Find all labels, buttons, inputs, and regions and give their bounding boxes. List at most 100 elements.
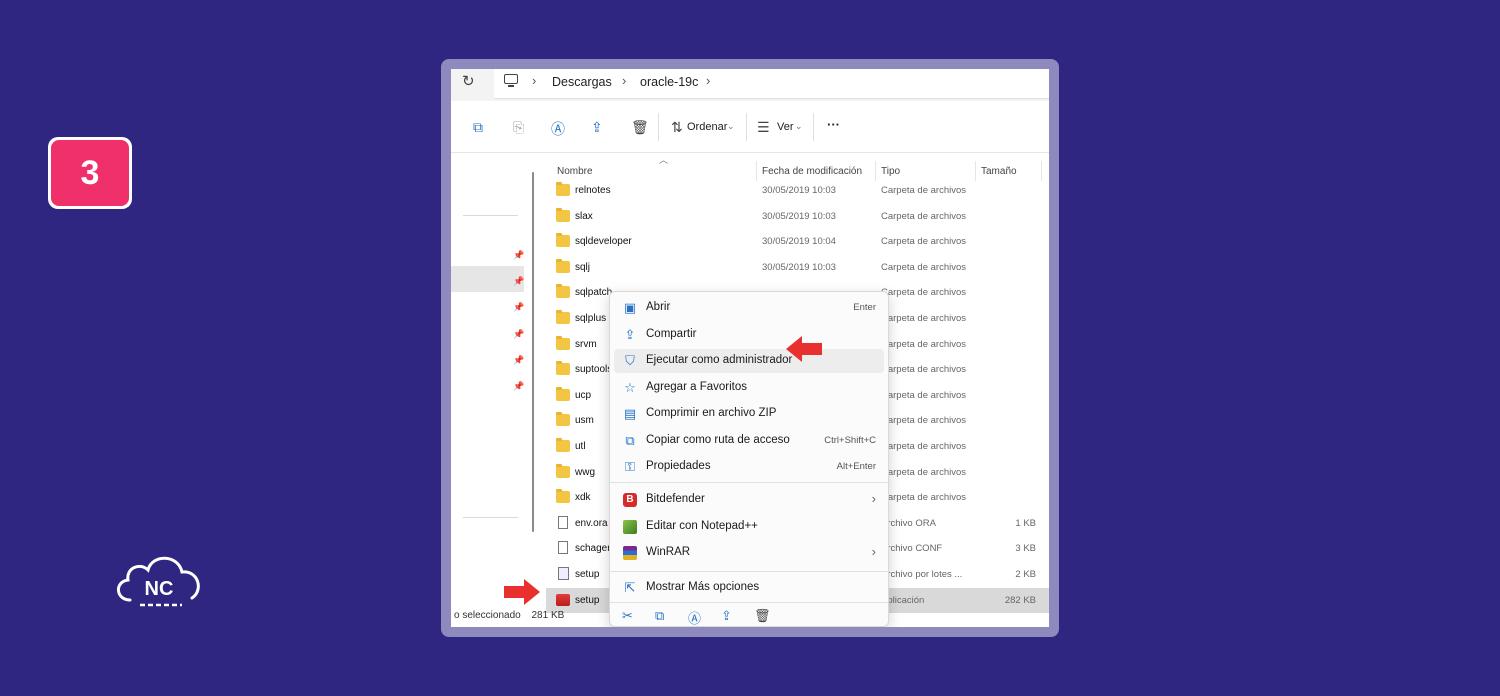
breadcrumb-descargas[interactable]: Descargas [552, 75, 612, 89]
file-size: 282 KB [1004, 594, 1036, 606]
address-bar-row: ↻ › Descargas › oracle-19c › [451, 69, 1049, 101]
rename-icon[interactable]: Ⓐ [688, 608, 701, 627]
folder-icon [556, 335, 570, 350]
nav-divider [463, 517, 518, 518]
menu-item[interactable]: ⛉ Ejecutar como administrador [614, 349, 884, 373]
column-header-date[interactable]: Fecha de modificación [762, 166, 862, 177]
column-header-name[interactable]: Nombre [557, 166, 593, 177]
file-name: sqlplus [575, 313, 607, 324]
view-button[interactable]: Ver [777, 121, 794, 133]
file-name: relnotes [575, 185, 611, 196]
pin-icon: 📌 [513, 302, 525, 312]
menu-item-label: Copiar como ruta de acceso [646, 433, 790, 446]
toolbar-separator [746, 113, 747, 141]
cut-icon[interactable]: ✂ [622, 608, 633, 624]
sort-button[interactable]: Ordenar [687, 121, 727, 133]
menu-item[interactable]: ⚿ Propiedades Alt+Enter [614, 455, 884, 479]
menu-item[interactable]: ▣ Abrir Enter [614, 296, 884, 320]
bitdefender-icon: B [623, 493, 637, 507]
more-options-button[interactable]: ··· [827, 117, 840, 132]
file-name: wwg [575, 466, 596, 478]
view-icon: ☰ [757, 119, 770, 135]
menu-item[interactable]: ▤ Comprimir en archivo ZIP [614, 402, 884, 426]
file-name: ucp [575, 389, 592, 401]
show-more-options-item[interactable]: ⇱ Mostrar Más opciones [614, 576, 884, 600]
sort-icon: ⇅ [671, 119, 683, 135]
chevron-right-icon: › [622, 73, 627, 88]
folder-icon [556, 463, 570, 478]
menu-item-label: Abrir [646, 301, 671, 313]
column-header-type[interactable]: Tipo [881, 166, 900, 177]
file-row[interactable]: slax 30/05/2019 10:03 Carpeta de archivos [546, 204, 1049, 229]
file-type: Carpeta de archivos [881, 441, 967, 452]
menu-separator [610, 602, 888, 603]
share-icon[interactable]: ⇪ [591, 119, 603, 136]
open-icon: ▣ [623, 300, 637, 315]
delete-icon[interactable]: 🗑 [631, 119, 649, 136]
file-row[interactable]: sqlj 30/05/2019 10:03 Carpeta de archivos [546, 255, 1049, 280]
menu-item-shortcut: Ctrl+Shift+C [824, 434, 876, 446]
menu-item[interactable]: ⇪ Compartir [614, 323, 884, 347]
menu-item-label: WinRAR [646, 546, 691, 558]
delete-icon[interactable]: 🗑 [754, 608, 771, 624]
file-name: sqldeveloper [575, 236, 632, 248]
winrar-icon [623, 546, 637, 560]
file-type: Carpeta de archivos [881, 185, 967, 196]
menu-item-shortcut: Enter [853, 302, 876, 313]
menu-item[interactable]: B Bitdefender › [614, 488, 884, 512]
file-row[interactable]: sqldeveloper 30/05/2019 10:04 Carpeta de a… [546, 229, 1049, 254]
path-icon: ⧉ [625, 432, 635, 448]
wrench-icon: ⚿ [625, 459, 635, 474]
file-icon [558, 515, 568, 529]
menu-item[interactable]: Editar con Notepad++ [614, 515, 884, 539]
chevron-right-icon[interactable]: › [706, 73, 710, 88]
file-type: Carpeta de archivos [881, 210, 967, 222]
file-row[interactable]: relnotes 30/05/2019 10:03 Carpeta de archi… [546, 178, 1049, 203]
breadcrumb-oracle[interactable]: oracle-19c [640, 75, 698, 89]
rename-icon[interactable]: Ⓐ [551, 119, 565, 139]
pin-icon: 📌 [513, 381, 525, 391]
folder-icon [556, 182, 570, 196]
file-name: usm [575, 415, 594, 427]
file-name: env.ora [575, 517, 608, 529]
file-type: Archivo ORA [881, 517, 936, 529]
menu-separator [610, 482, 888, 483]
file-type: Carpeta de archivos [881, 389, 967, 401]
refresh-icon[interactable]: ↻ [462, 72, 475, 90]
menu-item[interactable]: WinRAR › [614, 541, 884, 565]
file-type: Carpeta de archivos [881, 364, 967, 376]
folder-icon [556, 361, 570, 376]
menu-item[interactable]: ☆ Agregar a Favoritos [614, 376, 884, 400]
copy-icon[interactable]: ⧉ [655, 608, 664, 624]
step-number: 3 [51, 140, 129, 206]
chevron-right-icon: › [532, 73, 537, 88]
paste-icon[interactable]: ⎘ [513, 119, 524, 136]
menu-item-label: Bitdefender [646, 493, 705, 505]
logo-text: NC [145, 578, 174, 600]
menu-item-label: Compartir [646, 327, 697, 340]
menu-item-label: Comprimir en archivo ZIP [646, 407, 777, 419]
chevron-right-icon: › [871, 491, 876, 506]
bat-icon [558, 567, 569, 580]
menu-item[interactable]: ⧉ Copiar como ruta de acceso Ctrl+Shift+C [614, 429, 884, 453]
navigation-pane: 📌 📌 📌 📌 📌 📌 [451, 155, 524, 607]
status-size: 281 KB [531, 610, 565, 621]
nav-scrollbar[interactable] [532, 172, 534, 532]
chevron-down-icon: ⌄ [795, 121, 803, 131]
copy-icon[interactable]: ⧉ [473, 119, 483, 136]
status-selected: o seleccionado [454, 610, 521, 621]
command-bar: ⧉ ⎘ Ⓐ ⇪ 🗑 ⇅ Ordenar ⌄ ☰ Ver ⌄ ··· [451, 101, 1049, 153]
address-bar[interactable]: › Descargas › oracle-19c › [494, 69, 1049, 99]
column-header-size[interactable]: Tamaño [981, 166, 1017, 177]
chevron-down-icon: ⌄ [727, 121, 735, 131]
folder-icon [556, 386, 570, 401]
toolbar-separator [658, 113, 659, 141]
share-icon[interactable]: ⇪ [721, 608, 732, 624]
file-name: suptools [575, 364, 613, 376]
file-size: 3 KB [1015, 543, 1036, 555]
share-icon: ⇪ [624, 326, 636, 342]
file-name: setup [575, 594, 600, 606]
file-size: 2 KB [1015, 569, 1036, 580]
file-type: Carpeta de archivos [881, 236, 967, 248]
red-arrow-pointing-right [504, 579, 540, 605]
